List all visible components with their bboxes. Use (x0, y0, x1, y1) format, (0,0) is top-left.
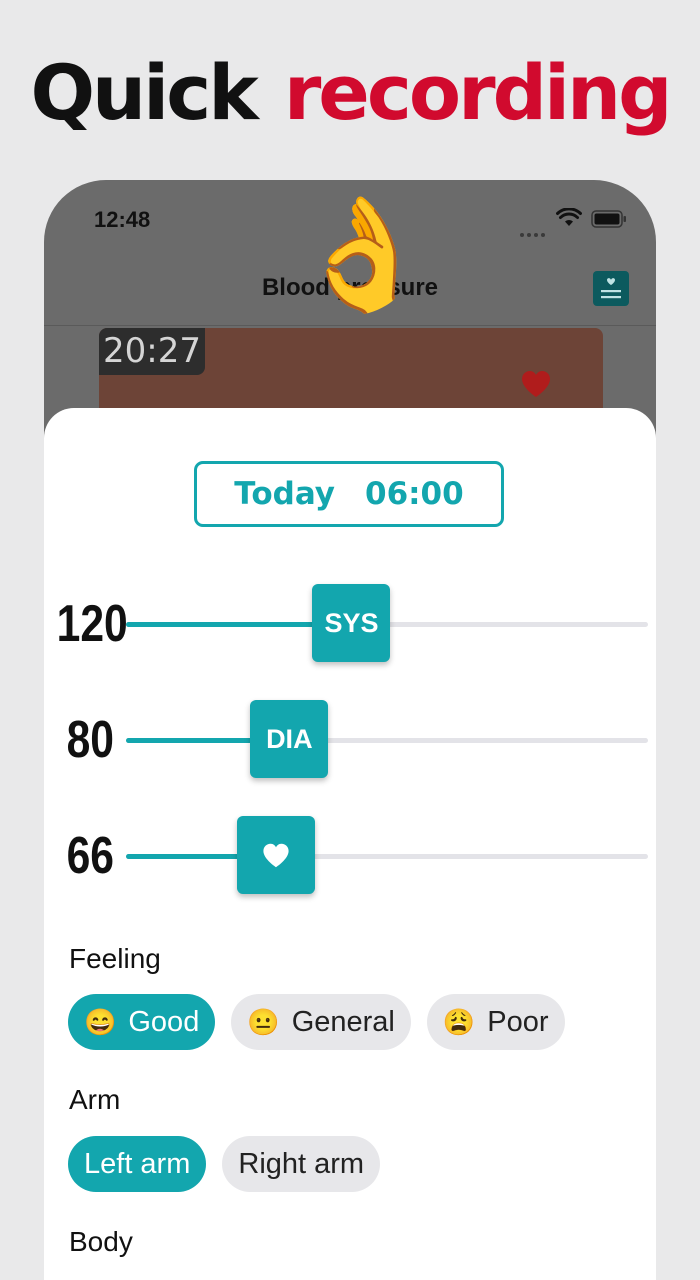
feeling-good-chip[interactable]: 😄 Good (68, 994, 216, 1050)
neutral-face-emoji: 😐 (247, 1006, 280, 1037)
headline-word-quick: Quick (30, 48, 258, 137)
grinning-face-emoji: 😄 (84, 1006, 117, 1037)
date-day: Today (234, 476, 335, 512)
pulse-thumb[interactable] (237, 816, 315, 894)
date-time: 06:00 (365, 476, 464, 512)
feeling-label: Feeling (69, 943, 161, 974)
phone-frame: 12:48 Blood pressure 20:27 👌 Today 06:00… (44, 180, 656, 1280)
body-label: Body (69, 1226, 133, 1257)
feeling-general-chip[interactable]: 😐 General (231, 994, 411, 1050)
arm-label: Arm (69, 1084, 121, 1115)
date-time-selector[interactable]: Today 06:00 (194, 461, 504, 527)
weary-face-emoji: 😩 (442, 1006, 476, 1037)
feeling-poor-chip[interactable]: 😩 Poor (426, 994, 565, 1050)
left-arm-chip[interactable]: Left arm (68, 1136, 207, 1192)
pulse-value: 66 (66, 827, 114, 885)
feeling-options: 😄 Good 😐 General 😩 Poor (68, 994, 581, 1050)
cellular-signal-icon (520, 224, 550, 237)
chip-label: Good (128, 1005, 200, 1038)
record-time: 20:27 (99, 328, 205, 375)
battery-icon (591, 210, 626, 228)
headline: Quick recording (0, 48, 700, 137)
history-button[interactable] (593, 271, 629, 306)
pulse-slider[interactable]: 66 (44, 816, 656, 896)
nav-divider (44, 325, 656, 326)
right-arm-chip[interactable]: Right arm (222, 1136, 381, 1192)
status-time: 12:48 (94, 207, 151, 232)
heart-list-icon (601, 278, 621, 299)
systolic-value: 120 (56, 595, 128, 653)
headline-word-recording: recording (283, 48, 673, 137)
systolic-thumb[interactable]: SYS (312, 584, 391, 662)
arm-options: Left arm Right arm (68, 1136, 396, 1192)
entry-sheet: Today 06:00 120 SYS 80 DIA 66 Feeling 😄 … (44, 408, 656, 1280)
ok-hand-emoji: 👌 (294, 193, 431, 316)
wifi-icon (556, 208, 582, 226)
heart-icon (263, 843, 289, 867)
diastolic-value: 80 (66, 711, 114, 769)
systolic-slider[interactable]: 120 SYS (44, 584, 656, 664)
diastolic-thumb[interactable]: DIA (250, 700, 329, 778)
heart-icon (522, 371, 550, 397)
chip-label: Poor (487, 1005, 549, 1038)
chip-label: General (291, 1005, 395, 1038)
diastolic-slider[interactable]: 80 DIA (44, 700, 656, 780)
